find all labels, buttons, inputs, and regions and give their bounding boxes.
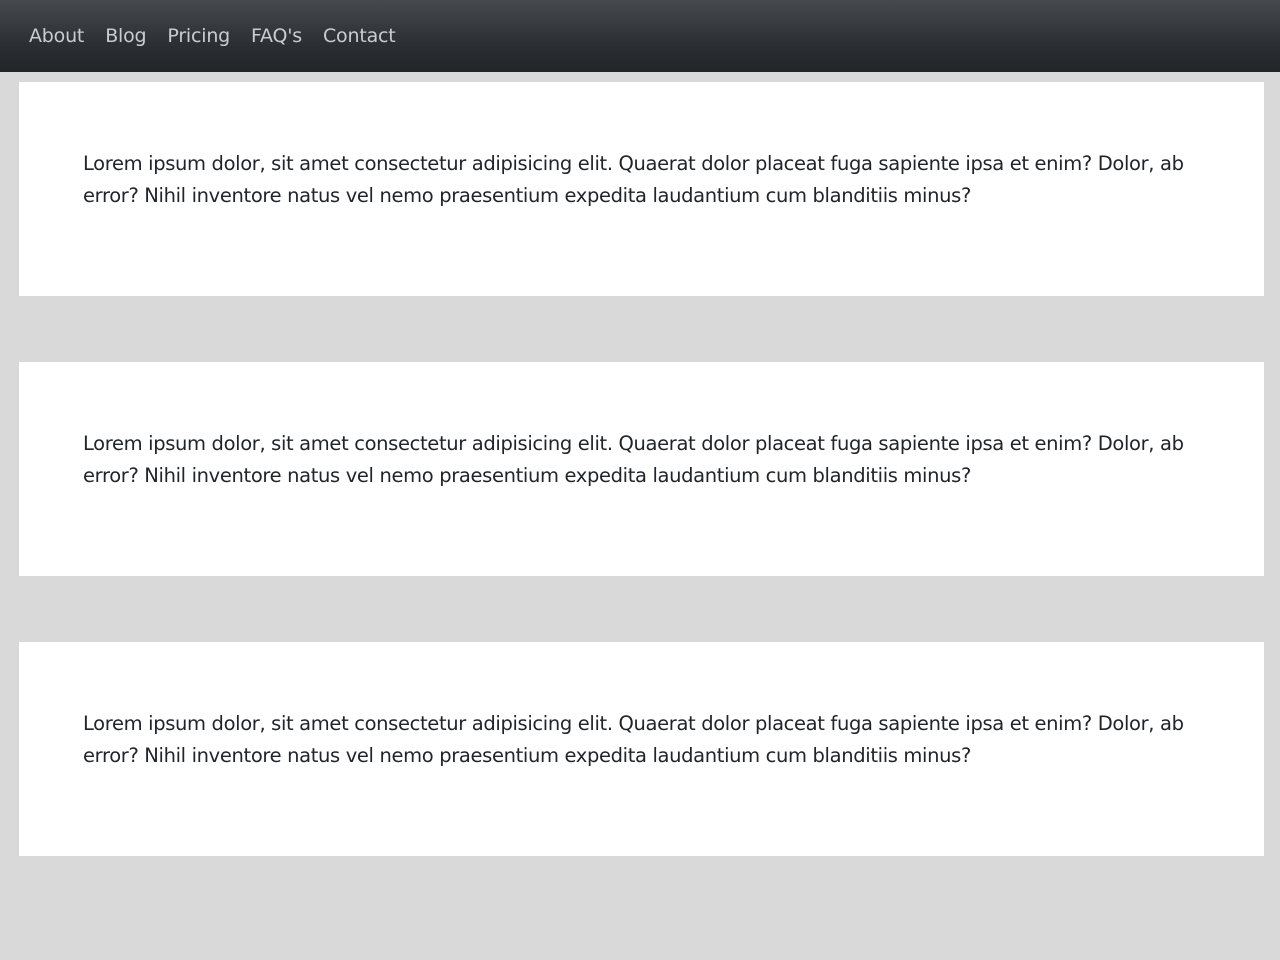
nav-link-faqs[interactable]: FAQ's — [251, 25, 302, 47]
nav-item-faqs: FAQ's — [251, 22, 323, 50]
card-paragraph: Lorem ipsum dolor, sit amet consectetur … — [83, 432, 1184, 487]
card-paragraph: Lorem ipsum dolor, sit amet consectetur … — [83, 152, 1184, 207]
nav-link-about[interactable]: About — [29, 25, 84, 47]
card-paragraph: Lorem ipsum dolor, sit amet consectetur … — [83, 712, 1184, 767]
nav-link-contact[interactable]: Contact — [323, 25, 396, 47]
nav-item-about: About — [29, 22, 105, 50]
nav-item-contact: Contact — [323, 22, 417, 50]
content-card: Lorem ipsum dolor, sit amet consectetur … — [19, 82, 1264, 296]
top-navbar: About Blog Pricing FAQ's Contact — [0, 0, 1280, 72]
nav-item-blog: Blog — [105, 22, 167, 50]
content-card: Lorem ipsum dolor, sit amet consectetur … — [19, 642, 1264, 856]
nav-list: About Blog Pricing FAQ's Contact — [29, 22, 417, 50]
nav-link-blog[interactable]: Blog — [105, 25, 146, 47]
nav-link-pricing[interactable]: Pricing — [167, 25, 230, 47]
nav-item-pricing: Pricing — [167, 22, 251, 50]
content-card: Lorem ipsum dolor, sit amet consectetur … — [19, 362, 1264, 576]
